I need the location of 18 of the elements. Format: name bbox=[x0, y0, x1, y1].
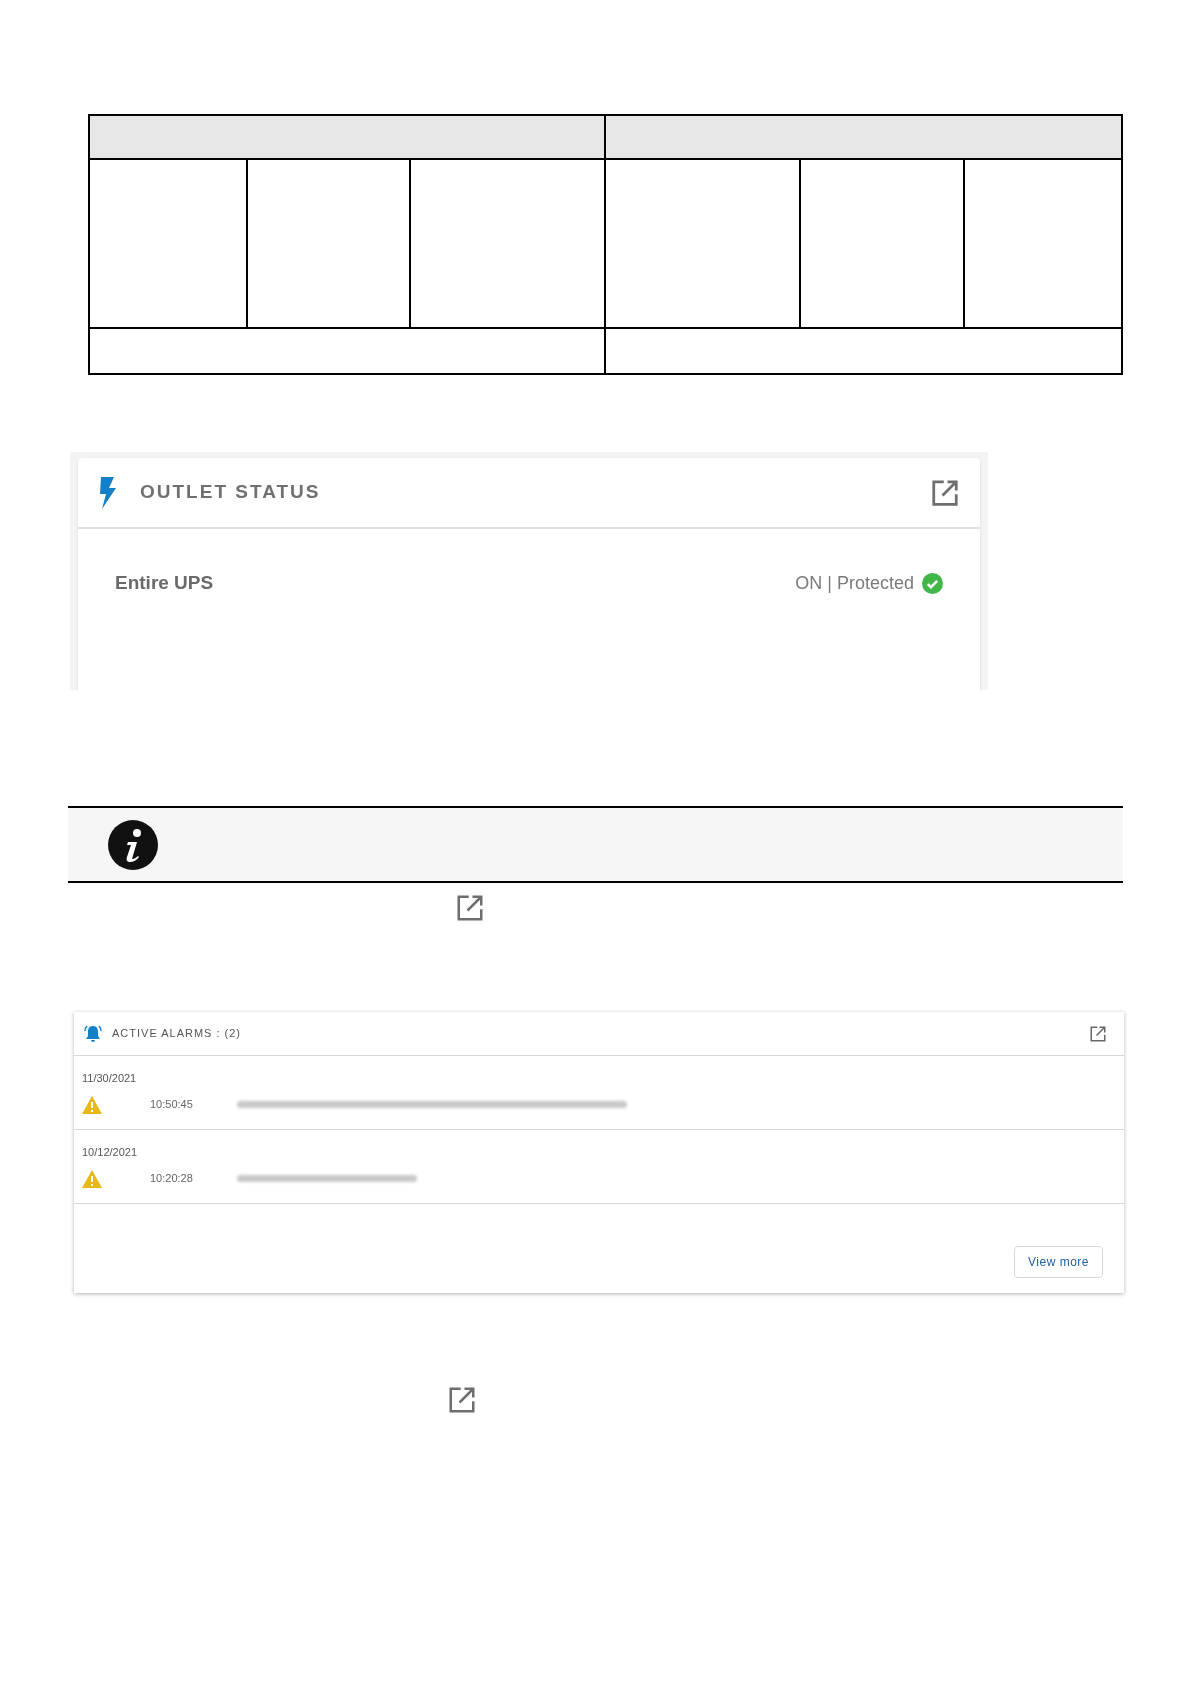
alarm-time: 10:50:45 bbox=[150, 1097, 193, 1113]
card-title: OUTLET STATUS bbox=[140, 480, 321, 505]
alarm-date: 11/30/2021 bbox=[82, 1071, 137, 1086]
outlet-label: Entire UPS bbox=[115, 571, 214, 595]
warning-icon bbox=[82, 1169, 102, 1188]
lightning-bolt-icon bbox=[98, 476, 118, 509]
view-more-button[interactable]: View more bbox=[1014, 1246, 1103, 1278]
outlet-status: ON | Protected bbox=[795, 571, 914, 595]
open-external-icon bbox=[455, 893, 485, 923]
alarm-date: 10/12/2021 bbox=[82, 1145, 138, 1160]
open-external-icon[interactable] bbox=[930, 477, 960, 508]
open-external-icon bbox=[447, 1385, 477, 1415]
bell-icon bbox=[83, 1024, 103, 1043]
open-external-icon[interactable] bbox=[1089, 1024, 1107, 1043]
alarm-time: 10:20:28 bbox=[150, 1171, 193, 1187]
info-icon bbox=[108, 819, 158, 870]
warning-icon bbox=[82, 1095, 102, 1114]
card-title: ACTIVE ALARMS : (2) bbox=[112, 1026, 242, 1042]
